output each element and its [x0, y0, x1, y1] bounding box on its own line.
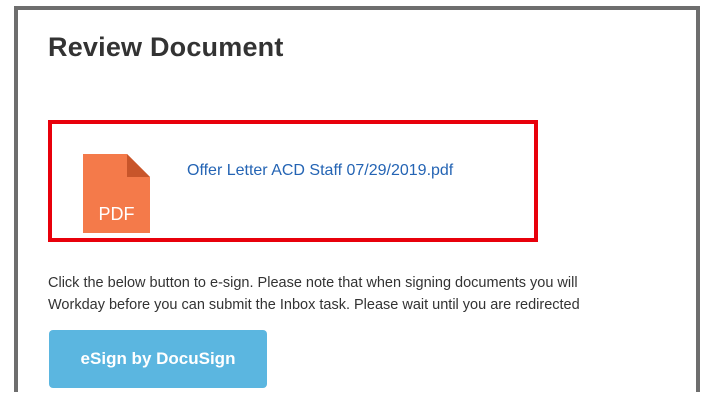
- document-link[interactable]: Offer Letter ACD Staff 07/29/2019.pdf: [187, 162, 453, 180]
- esign-instructions: Click the below button to e-sign. Please…: [48, 272, 696, 316]
- pdf-file-icon[interactable]: PDF: [83, 154, 150, 233]
- esign-docusign-button[interactable]: eSign by DocuSign: [49, 330, 267, 388]
- page-title: Review Document: [48, 32, 284, 62]
- instructions-line-2: Workday before you can submit the Inbox …: [48, 297, 580, 313]
- pdf-icon-label: PDF: [98, 204, 135, 224]
- document-attachment-highlight: PDF Offer Letter ACD Staff 07/29/2019.pd…: [48, 120, 538, 242]
- instructions-line-1: Click the below button to e-sign. Please…: [48, 275, 578, 291]
- review-document-panel: Review Document PDF Offer Letter ACD Sta…: [14, 6, 700, 392]
